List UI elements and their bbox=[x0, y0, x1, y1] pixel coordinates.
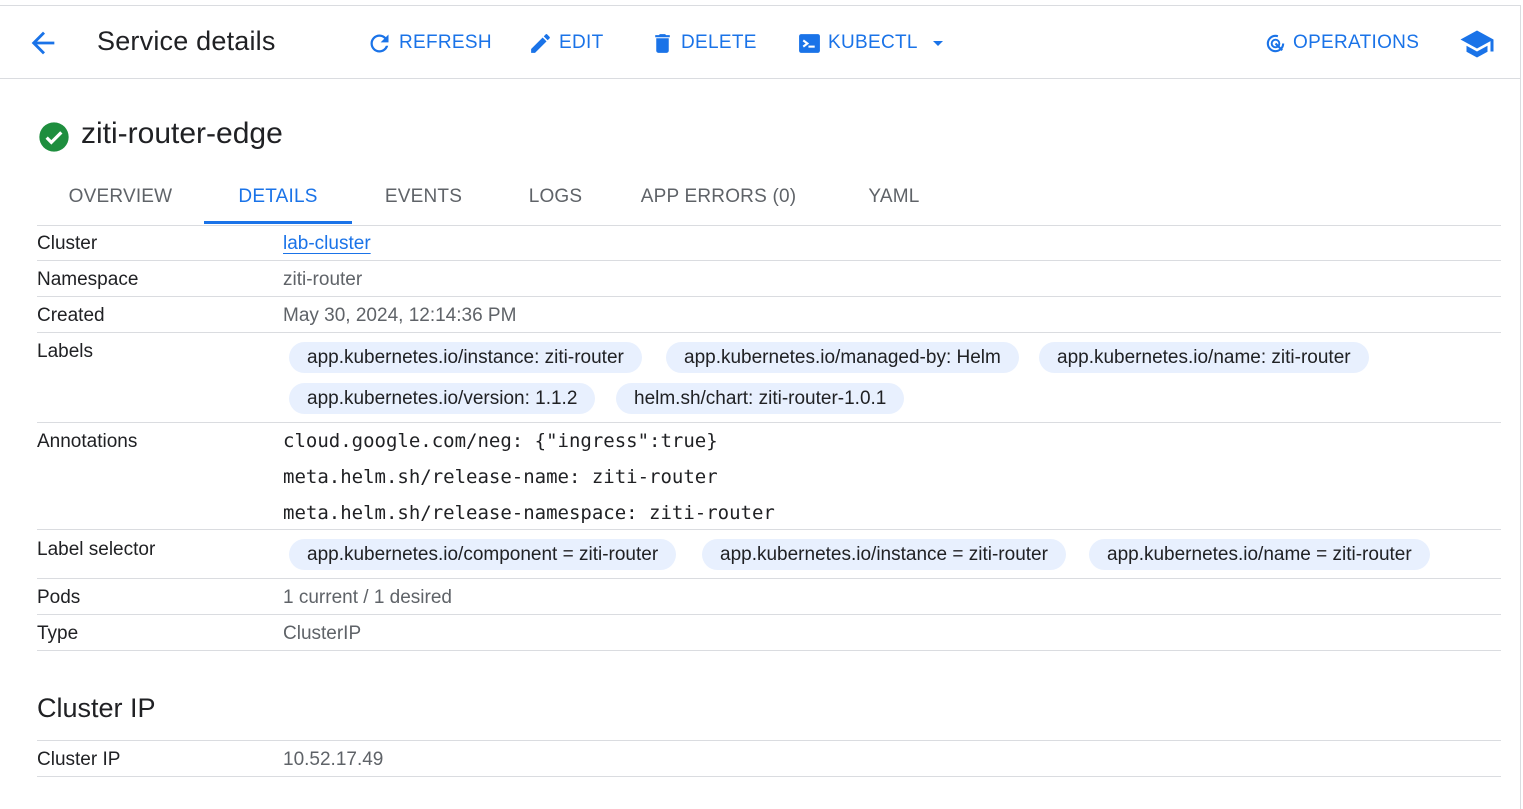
operations-icon bbox=[1266, 34, 1285, 52]
detail-row-type: Type ClusterIP bbox=[37, 615, 1501, 651]
detail-row-pods: Pods 1 current / 1 desired bbox=[37, 579, 1501, 615]
detail-row-annotations: Annotations cloud.google.com/neg: {"ingr… bbox=[37, 423, 1501, 530]
caret-down-icon bbox=[932, 41, 943, 46]
row-value: 10.52.17.49 bbox=[283, 749, 384, 770]
content-border bbox=[1520, 79, 1521, 809]
refresh-label: REFRESH bbox=[399, 32, 492, 53]
row-key: Cluster IP bbox=[37, 749, 121, 770]
back-button[interactable] bbox=[26, 26, 60, 60]
learn-button[interactable] bbox=[1459, 26, 1495, 67]
kubectl-button[interactable]: KUBECTL bbox=[797, 28, 950, 58]
status-ok-icon bbox=[38, 121, 70, 153]
tab-app-errors[interactable]: APP ERRORS (0) bbox=[616, 177, 821, 224]
delete-button[interactable]: DELETE bbox=[650, 28, 757, 58]
refresh-icon bbox=[370, 34, 389, 52]
pencil-icon bbox=[531, 33, 550, 53]
terminal-icon bbox=[799, 33, 820, 53]
tab-yaml[interactable]: YAML bbox=[821, 177, 967, 224]
operations-label: OPERATIONS bbox=[1293, 32, 1420, 53]
row-key: Cluster bbox=[37, 233, 98, 254]
label-chip: app.kubernetes.io/version: 1.1.2 bbox=[289, 383, 596, 414]
row-key: Pods bbox=[37, 587, 81, 608]
row-value: ziti-router bbox=[283, 269, 363, 290]
tab-details[interactable]: DETAILS bbox=[204, 177, 352, 224]
arrow-back-icon bbox=[31, 31, 55, 55]
label-chip: app.kubernetes.io/instance: ziti-router bbox=[289, 342, 642, 373]
detail-row-cluster-ip: Cluster IP 10.52.17.49 bbox=[37, 741, 1501, 777]
row-key: Type bbox=[37, 623, 79, 644]
selector-chip: app.kubernetes.io/name = ziti-router bbox=[1089, 539, 1430, 570]
tab-logs[interactable]: LOGS bbox=[495, 177, 616, 224]
row-key: Annotations bbox=[37, 431, 138, 452]
detail-row-created: Created May 30, 2024, 12:14:36 PM bbox=[37, 297, 1501, 333]
row-value: May 30, 2024, 12:14:36 PM bbox=[283, 305, 517, 326]
annotation-line: cloud.google.com/neg: {"ingress":true} bbox=[283, 430, 718, 452]
service-name: ziti-router-edge bbox=[81, 117, 283, 150]
kubectl-label: KUBECTL bbox=[828, 32, 918, 53]
selector-chip: app.kubernetes.io/component = ziti-route… bbox=[289, 539, 677, 570]
tab-overview[interactable]: OVERVIEW bbox=[37, 177, 204, 224]
cluster-link[interactable]: lab-cluster bbox=[283, 233, 371, 255]
page-title: Service details bbox=[97, 26, 276, 56]
graduation-cap-icon bbox=[1460, 30, 1494, 58]
detail-row-label-selector: Label selector app.kubernetes.io/compone… bbox=[37, 530, 1501, 579]
detail-row-labels: Labels app.kubernetes.io/instance: ziti-… bbox=[37, 333, 1501, 423]
label-chip: helm.sh/chart: ziti-router-1.0.1 bbox=[616, 383, 905, 414]
tab-events[interactable]: EVENTS bbox=[352, 177, 495, 224]
delete-label: DELETE bbox=[681, 32, 757, 53]
edit-label: EDIT bbox=[559, 32, 604, 53]
row-key: Created bbox=[37, 305, 105, 326]
label-chip: app.kubernetes.io/managed-by: Helm bbox=[666, 342, 1019, 373]
row-value: ClusterIP bbox=[283, 623, 362, 644]
trash-icon bbox=[655, 33, 670, 53]
selector-chip: app.kubernetes.io/instance = ziti-router bbox=[702, 539, 1066, 570]
tab-bar: OVERVIEW DETAILS EVENTS LOGS APP ERRORS … bbox=[37, 177, 1501, 226]
top-toolbar: Service details REFRESH EDIT DELETE KUBE… bbox=[0, 5, 1521, 79]
annotation-line: meta.helm.sh/release-namespace: ziti-rou… bbox=[283, 502, 775, 524]
edit-button[interactable]: EDIT bbox=[528, 28, 603, 58]
row-key: Namespace bbox=[37, 269, 139, 290]
section-title-cluster-ip: Cluster IP bbox=[37, 693, 156, 723]
detail-row-cluster: Cluster lab-cluster bbox=[37, 225, 1501, 261]
row-key: Label selector bbox=[37, 539, 156, 560]
operations-button[interactable]: OPERATIONS bbox=[1264, 28, 1419, 58]
row-value: 1 current / 1 desired bbox=[283, 587, 452, 608]
detail-row-namespace: Namespace ziti-router bbox=[37, 261, 1501, 297]
row-key: Labels bbox=[37, 341, 93, 362]
label-chip: app.kubernetes.io/name: ziti-router bbox=[1039, 342, 1369, 373]
annotation-line: meta.helm.sh/release-name: ziti-router bbox=[283, 466, 718, 488]
refresh-button[interactable]: REFRESH bbox=[366, 28, 492, 58]
